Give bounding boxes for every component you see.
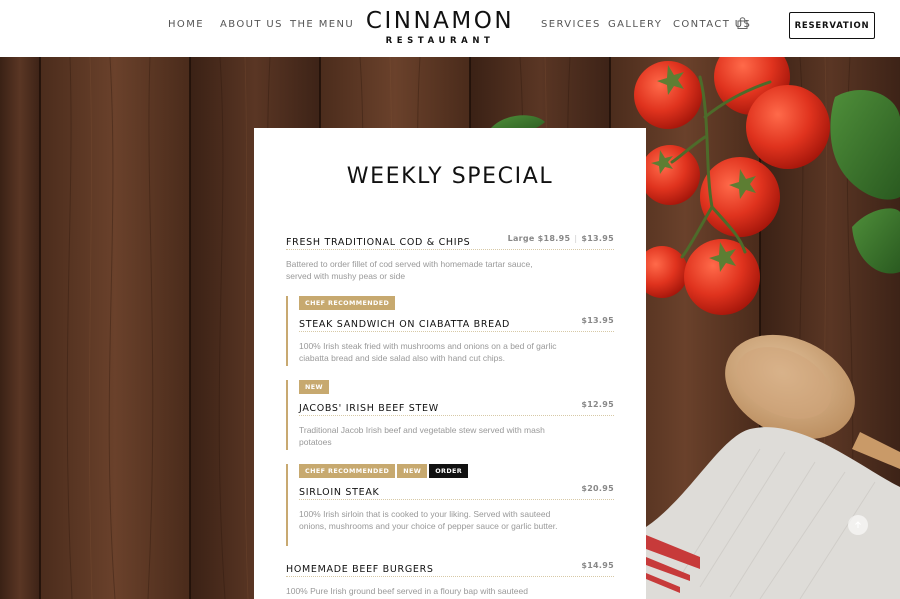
nav-services[interactable]: SERVICES: [541, 19, 601, 30]
item-name: STEAK SANDWICH ON CIABATTA BREAD: [299, 319, 511, 330]
nav-home[interactable]: HOME: [168, 19, 204, 30]
menu-item-cod-chips: FRESH TRADITIONAL COD & CHIPS Large $18.9…: [286, 232, 614, 282]
item-name: HOMEMADE BEEF BURGERS: [286, 564, 434, 575]
item-header: STEAK SANDWICH ON CIABATTA BREAD $13.95: [299, 314, 614, 332]
item-price: $20.95: [581, 484, 614, 493]
price-separator: |: [574, 234, 578, 243]
item-header: HOMEMADE BEEF BURGERS $14.95: [286, 559, 614, 577]
card-title: WEEKLY SPECIAL: [346, 164, 554, 189]
item-price: $13.95: [581, 316, 614, 325]
menu-item-beef-stew: NEW JACOBS' IRISH BEEF STEW $12.95 Tradi…: [286, 380, 614, 450]
nav-gallery[interactable]: GALLERY: [608, 19, 662, 30]
arrow-up-icon: [855, 521, 861, 528]
item-description: Traditional Jacob Irish beef and vegetab…: [299, 425, 545, 447]
badge-chef-recommended: CHEF RECOMMENDED: [299, 296, 396, 310]
reservation-button[interactable]: RESERVATION: [789, 12, 875, 39]
item-description: Battered to order fillet of cod served w…: [286, 259, 533, 281]
item-description: 100% Pure Irish ground beef served in a …: [286, 586, 528, 599]
item-name: JACOBS' IRISH BEEF STEW: [299, 403, 439, 414]
logo-title[interactable]: CINNAMON: [359, 8, 521, 34]
price-large-label: Large: [507, 234, 535, 243]
item-header: JACOBS' IRISH BEEF STEW $12.95: [299, 398, 614, 416]
badge-new: NEW: [397, 464, 428, 478]
weekly-special-card: WEEKLY SPECIAL FRESH TRADITIONAL COD & C…: [254, 128, 646, 599]
item-header: FRESH TRADITIONAL COD & CHIPS Large $18.9…: [286, 232, 614, 250]
nav-about-us[interactable]: ABOUT US: [220, 19, 283, 30]
logo-subtitle[interactable]: RESTAURANT: [359, 36, 521, 46]
item-description: 100% Irish steak fried with mushrooms an…: [299, 341, 557, 363]
item-name: SIRLOIN STEAK: [299, 487, 380, 498]
item-description: 100% Irish sirloin that is cooked to you…: [299, 509, 558, 531]
menu-item-beef-burgers: HOMEMADE BEEF BURGERS $14.95 100% Pure I…: [286, 559, 614, 599]
item-header: SIRLOIN STEAK $20.95: [299, 482, 614, 500]
menu-item-sirloin-steak: CHEF RECOMMENDED NEW ORDER SIRLOIN STEAK…: [286, 464, 614, 546]
item-badges: NEW: [299, 380, 614, 394]
site-header: HOME ABOUT US THE MENU CINNAMON RESTAURA…: [0, 0, 900, 57]
item-name: FRESH TRADITIONAL COD & CHIPS: [286, 237, 471, 248]
item-price: Large $18.95 | $13.95: [508, 234, 614, 243]
badge-order[interactable]: ORDER: [429, 464, 469, 478]
item-badges: CHEF RECOMMENDED: [299, 296, 614, 310]
badge-new: NEW: [299, 380, 329, 394]
shopping-bag-icon[interactable]: [737, 17, 748, 29]
price-large: $18.95: [537, 234, 571, 243]
nav-the-menu[interactable]: THE MENU: [290, 19, 354, 30]
badge-chef-recommended: CHEF RECOMMENDED: [299, 464, 396, 478]
price-regular: $13.95: [581, 234, 614, 243]
scroll-to-top-button[interactable]: [848, 515, 868, 535]
item-price: $12.95: [581, 400, 614, 409]
item-price: $14.95: [581, 561, 614, 570]
item-badges: CHEF RECOMMENDED NEW ORDER: [299, 464, 614, 478]
menu-item-steak-sandwich: CHEF RECOMMENDED STEAK SANDWICH ON CIABA…: [286, 296, 614, 366]
